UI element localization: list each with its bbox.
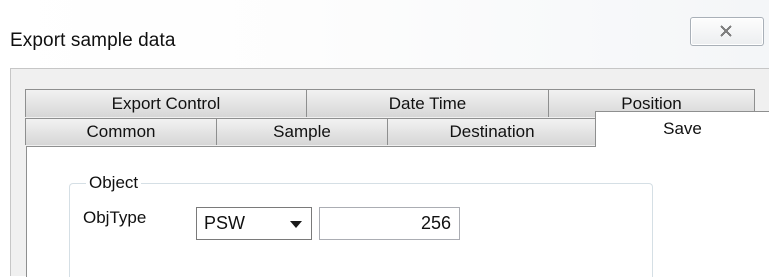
window-title: Export sample data	[10, 30, 176, 51]
objtype-select-value: PSW	[204, 213, 246, 233]
tab-label: Destination	[449, 122, 535, 141]
tab-label: Common	[86, 122, 156, 141]
tab-date-time[interactable]: Date Time	[306, 89, 549, 117]
group-legend: Object	[86, 173, 142, 193]
tab-sample[interactable]: Sample	[216, 118, 388, 145]
close-button[interactable]	[690, 17, 764, 46]
objtype-label: ObjType	[83, 208, 147, 227]
tab-label: Sample	[273, 122, 331, 141]
tab-export-control[interactable]: Export Control	[25, 89, 307, 117]
objtype-select[interactable]: PSW	[196, 207, 312, 240]
dialog-body: Export Control Date Time Position Common…	[10, 68, 769, 277]
title-bar: Export sample data	[0, 0, 769, 68]
tab-label: Save	[663, 119, 702, 138]
chevron-down-icon	[290, 221, 302, 228]
address-field[interactable]: 256	[319, 207, 460, 240]
tab-save[interactable]: Save	[595, 111, 769, 147]
tab-label: Export Control	[111, 94, 221, 113]
close-icon	[720, 25, 732, 37]
tab-destination[interactable]: Destination	[387, 118, 597, 145]
object-groupbox: Object ObjType PSW 256	[69, 173, 653, 277]
tab-common[interactable]: Common	[25, 118, 217, 145]
dialog-window: Export sample data Export Control Date T…	[0, 0, 769, 277]
tab-label: Date Time	[388, 94, 467, 113]
